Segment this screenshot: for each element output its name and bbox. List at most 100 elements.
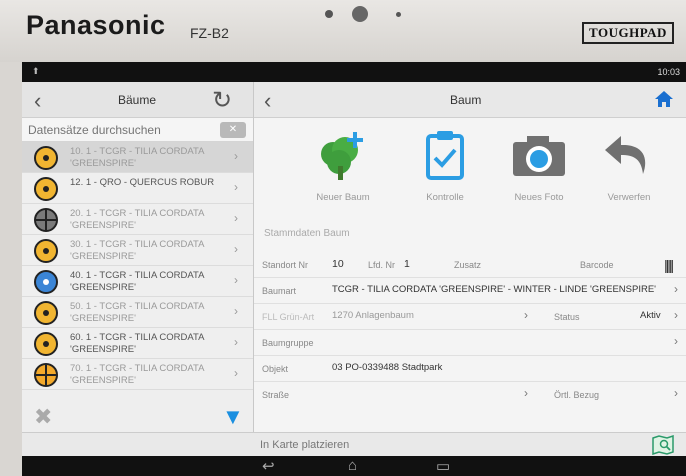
yellow-marker-icon — [34, 177, 58, 201]
discard-label: Verwerfen — [607, 192, 651, 203]
baumart-value: TCGR - TILIA CORDATA 'GREENSPIRE' - WINT… — [332, 284, 656, 295]
tree-list-item[interactable]: 12. 1 - QRO - QUERCUS ROBUR › — [22, 173, 253, 204]
back-icon[interactable]: ‹ — [264, 88, 271, 114]
tree-list-item-label: 30. 1 - TCGR - TILIA CORDATA 'GREENSPIRE… — [70, 239, 204, 262]
recents-nav-icon[interactable]: ▭ — [436, 457, 450, 475]
tree-list: 10. 1 - TCGR - TILIA CORDATA 'GREENSPIRE… — [22, 142, 253, 390]
chevron-right-icon: › — [674, 282, 678, 296]
refresh-icon[interactable]: ↻ — [212, 86, 232, 115]
baumart-row[interactable]: Baumart TCGR - TILIA CORDATA 'GREENSPIRE… — [254, 278, 686, 304]
control-button[interactable]: Kontrolle — [400, 122, 490, 212]
tree-list-item-label: 40. 1 - TCGR - TILIA CORDATA 'GREENSPIRE… — [70, 270, 204, 293]
tree-list-item-label: 12. 1 - QRO - QUERCUS ROBUR — [70, 177, 215, 188]
sensor-dot — [325, 10, 333, 18]
no-location-icon[interactable]: ✖ — [34, 404, 52, 430]
chevron-right-icon: › — [234, 149, 238, 163]
tree-list-item-label: 60. 1 - TCGR - TILIA CORDATA 'GREENSPIRE… — [70, 332, 204, 355]
map-icon[interactable] — [652, 435, 674, 455]
home-icon[interactable] — [654, 90, 674, 108]
chevron-right-icon: › — [234, 180, 238, 194]
strasse-label: Straße — [262, 390, 290, 400]
list-title: Bäume — [118, 93, 157, 107]
chevron-right-icon: › — [234, 335, 238, 349]
action-toolbar: Neuer Baum Kontrolle Neues Foto Verwerfe… — [254, 122, 686, 212]
barcode-icon[interactable]: ||||| — [664, 257, 674, 273]
clipboard-check-icon — [426, 131, 464, 180]
tree-list-item[interactable]: 60. 1 - TCGR - TILIA CORDATA 'GREENSPIRE… — [22, 328, 253, 359]
device-model: FZ-B2 — [190, 25, 229, 41]
back-nav-icon[interactable]: ↩ — [262, 457, 275, 475]
tree-list-item[interactable]: 10. 1 - TCGR - TILIA CORDATA 'GREENSPIRE… — [22, 142, 253, 173]
tree-list-item[interactable]: 40. 1 - TCGR - TILIA CORDATA 'GREENSPIRE… — [22, 266, 253, 297]
chevron-right-icon: › — [674, 308, 678, 322]
undo-icon — [605, 136, 646, 174]
clock: 10:03 — [657, 67, 680, 77]
search-input[interactable] — [22, 120, 218, 140]
list-footer: ✖ ▼ — [22, 404, 254, 432]
yellow-marker-icon — [34, 239, 58, 263]
tablet-screen: ⬆ 10:03 ‹ Bäume ↻ ✕ 10. 1 - TCGR - TILIA… — [22, 62, 686, 476]
home-nav-icon[interactable]: ⌂ — [348, 457, 357, 474]
blue-marker-icon — [34, 270, 58, 294]
tree-list-item-label: 10. 1 - TCGR - TILIA CORDATA 'GREENSPIRE… — [70, 146, 204, 169]
objekt-row[interactable]: Objekt 03 PO-0339488 Stadtpark — [254, 356, 686, 382]
fll-value: 1270 Anlagenbaum — [332, 310, 414, 321]
status-value[interactable]: Aktiv — [640, 310, 661, 321]
tree-list-item-label: 50. 1 - TCGR - TILIA CORDATA 'GREENSPIRE… — [70, 301, 204, 324]
android-nav-bar: ↩ ⌂ ▭ — [22, 456, 686, 476]
objekt-label: Objekt — [262, 364, 289, 374]
detail-header: ‹ Baum — [254, 82, 686, 118]
status-bar: ⬆ 10:03 — [22, 62, 686, 82]
camera-icon — [513, 136, 565, 176]
orange-marker-icon — [34, 363, 58, 387]
device-brand: Panasonic — [26, 10, 166, 40]
objekt-value: 03 PO-0339488 Stadtpark — [332, 362, 443, 373]
status-label: Status — [554, 312, 580, 322]
new-tree-button[interactable]: Neuer Baum — [298, 122, 388, 212]
yellow-marker-icon — [34, 146, 58, 170]
gray-marker-icon — [34, 208, 58, 232]
chevron-right-icon: › — [674, 386, 678, 400]
new-photo-label: Neues Foto — [514, 192, 564, 203]
list-header: ‹ Bäume ↻ — [22, 82, 253, 118]
tree-list-item[interactable]: 50. 1 - TCGR - TILIA CORDATA 'GREENSPIRE… — [22, 297, 253, 328]
device-badge: TOUGHPAD — [582, 22, 674, 44]
tree-list-item-label: 20. 1 - TCGR - TILIA CORDATA 'GREENSPIRE… — [70, 208, 204, 231]
notification-icon: ⬆ — [32, 66, 40, 76]
chevron-right-icon: › — [234, 366, 238, 380]
filter-icon[interactable]: ▼ — [222, 404, 244, 430]
chevron-right-icon: › — [234, 273, 238, 287]
baumgruppe-label: Baumgruppe — [262, 338, 314, 348]
device-bezel: Panasonic FZ-B2 TOUGHPAD — [0, 0, 686, 62]
camera-lens — [352, 6, 368, 22]
new-photo-button[interactable]: Neues Foto — [494, 122, 584, 212]
ortl-label: Örtl. Bezug — [554, 390, 600, 400]
tree-list-item[interactable]: 30. 1 - TCGR - TILIA CORDATA 'GREENSPIRE… — [22, 235, 253, 266]
sensor-dot — [396, 12, 401, 17]
chevron-right-icon: › — [674, 334, 678, 348]
yellow-marker-icon — [34, 301, 58, 325]
tree-list-pane: ‹ Bäume ↻ ✕ 10. 1 - TCGR - TILIA CORDATA… — [22, 82, 254, 432]
detail-title: Baum — [450, 93, 482, 107]
strasse-row[interactable]: Straße › Örtl. Bezug › — [254, 382, 686, 408]
place-on-map-link[interactable]: In Karte platzieren — [260, 439, 349, 451]
fll-row[interactable]: FLL Grün-Art 1270 Anlagenbaum › Status A… — [254, 304, 686, 330]
back-icon[interactable]: ‹ — [34, 88, 41, 114]
zusatz-label: Zusatz — [454, 260, 482, 270]
chevron-right-icon: › — [524, 308, 528, 322]
section-title: Stammdaten Baum — [264, 228, 350, 239]
standort-value[interactable]: 10 — [332, 258, 344, 270]
new-tree-label: Neuer Baum — [316, 192, 370, 203]
baumart-label: Baumart — [262, 286, 297, 296]
baumgruppe-row[interactable]: Baumgruppe › — [254, 330, 686, 356]
tree-list-item[interactable]: 20. 1 - TCGR - TILIA CORDATA 'GREENSPIRE… — [22, 204, 253, 235]
search-bar: ✕ — [22, 118, 253, 142]
yellow-marker-icon — [34, 332, 58, 356]
chevron-right-icon: › — [524, 386, 528, 400]
discard-button[interactable]: Verwerfen — [584, 122, 674, 212]
tree-list-item[interactable]: 70. 1 - TCGR - TILIA CORDATA 'GREENSPIRE… — [22, 359, 253, 390]
lfd-value[interactable]: 1 — [404, 258, 410, 270]
fll-label: FLL Grün-Art — [262, 312, 315, 322]
tree-list-item-label: 70. 1 - TCGR - TILIA CORDATA 'GREENSPIRE… — [70, 363, 204, 386]
clear-search-icon[interactable]: ✕ — [220, 122, 246, 138]
